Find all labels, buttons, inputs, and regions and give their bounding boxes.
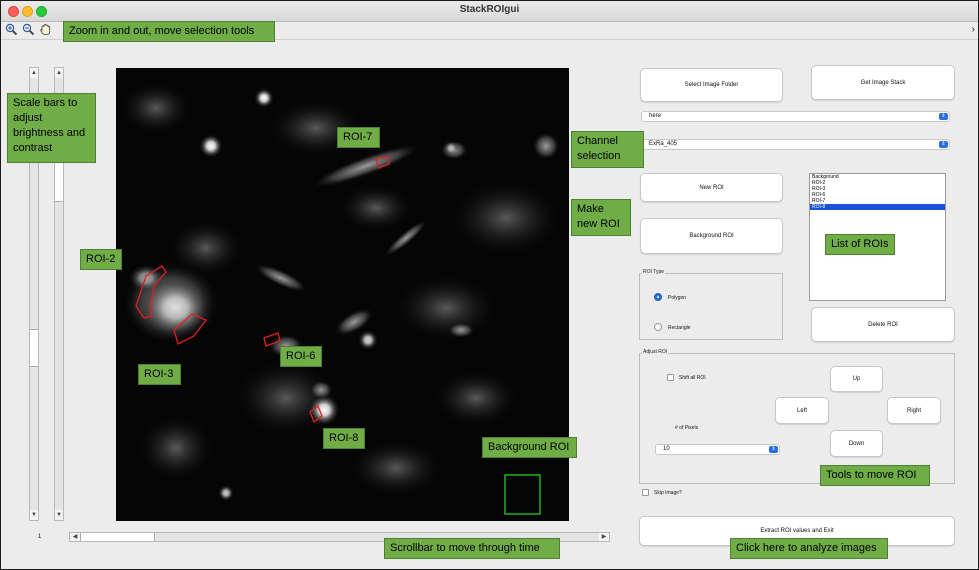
move-left-button[interactable]: Left [775,397,829,424]
annotation-zoom: Zoom in and out, move selection tools [63,21,275,42]
slider-up-arrow-icon[interactable]: ▲ [30,68,38,78]
chevron-right-icon[interactable]: › [972,24,975,35]
window-title: StackROIgui [459,4,520,15]
brightness-slider-thumb[interactable] [30,329,38,367]
annotation-channel-selection: Channel selection [571,131,644,168]
slider-down-arrow-icon[interactable]: ▼ [30,510,38,520]
pixels-popup-value: 10 [663,446,670,452]
move-down-button[interactable]: Down [830,430,883,457]
pixels-popup[interactable]: 10 ⇕ [655,444,780,455]
frame-counter: 1 [38,534,42,540]
polygon-radio-label: Polygon [668,295,687,301]
new-roi-button[interactable]: New ROI [640,173,783,202]
skip-image-checkbox[interactable] [642,489,649,496]
slider-down-arrow-icon[interactable]: ▼ [55,510,63,520]
scroll-left-arrow-icon[interactable]: ◀ [70,533,80,541]
title-bar: StackROIgui [1,1,978,22]
annotation-make-roi: Make new ROI [571,199,631,236]
annotation-scrollbar-time: Scrollbar to move through time [384,538,560,559]
background-roi-button[interactable]: Background ROI [640,218,783,254]
folder-popup-value: here [649,113,662,119]
annotation-list-rois: List of ROIs [825,234,895,255]
updown-chevron-icon[interactable]: ⇕ [769,446,778,453]
app-window: StackROIgui › Zoom in and out, move sele… [0,0,979,570]
annotation-roi-7: ROI-7 [337,127,380,148]
shift-all-roi-label: Shift all ROI [679,375,706,381]
scroll-right-arrow-icon[interactable]: ▶ [599,533,609,541]
updown-chevron-icon[interactable]: ⇕ [939,141,948,148]
shift-all-roi-checkbox[interactable] [667,374,674,381]
time-scrollbar-thumb[interactable] [80,533,155,541]
skip-image-label: Skip Image? [654,490,682,496]
delete-roi-button[interactable]: Delete ROI [811,307,955,342]
pixels-label: # of Pixels [675,425,699,431]
annotation-tools-move-roi: Tools to move ROI [820,465,930,486]
move-up-button[interactable]: Up [830,366,883,392]
polygon-radio[interactable] [654,293,662,301]
channel-popup[interactable]: ExRa_405 ⇕ [641,139,950,150]
annotation-scale-bars: Scale bars to adjust brightness and cont… [7,93,96,163]
zoom-out-icon[interactable] [21,23,35,37]
annotation-background-roi: Background ROI [482,437,577,458]
select-image-folder-button[interactable]: Select Image Folder [640,68,783,102]
rectangle-radio-label: Rectangle [668,325,691,331]
annotation-roi-2: ROI-2 [80,249,122,270]
hand-pan-icon[interactable] [38,23,52,37]
slider-up-arrow-icon[interactable]: ▲ [55,68,63,78]
rectangle-radio[interactable] [654,323,662,331]
move-right-button[interactable]: Right [887,397,941,424]
get-image-stack-button[interactable]: Get Image Stack [811,65,955,100]
annotation-roi-3: ROI-3 [138,364,181,385]
channel-popup-value: ExRa_405 [649,141,678,147]
updown-chevron-icon[interactable]: ⇕ [939,113,948,120]
roi-type-title: ROI Type [642,269,666,275]
annotation-roi-8: ROI-8 [323,428,365,449]
adjust-roi-title: Adjust ROI [642,349,669,355]
roi-list-item-selected[interactable]: ROI-8 [810,204,945,210]
zoom-in-icon[interactable] [4,23,18,37]
annotation-analyze: Click here to analyze images [730,538,888,559]
folder-popup[interactable]: here ⇕ [641,111,950,122]
annotation-roi-6: ROI-6 [280,346,322,367]
